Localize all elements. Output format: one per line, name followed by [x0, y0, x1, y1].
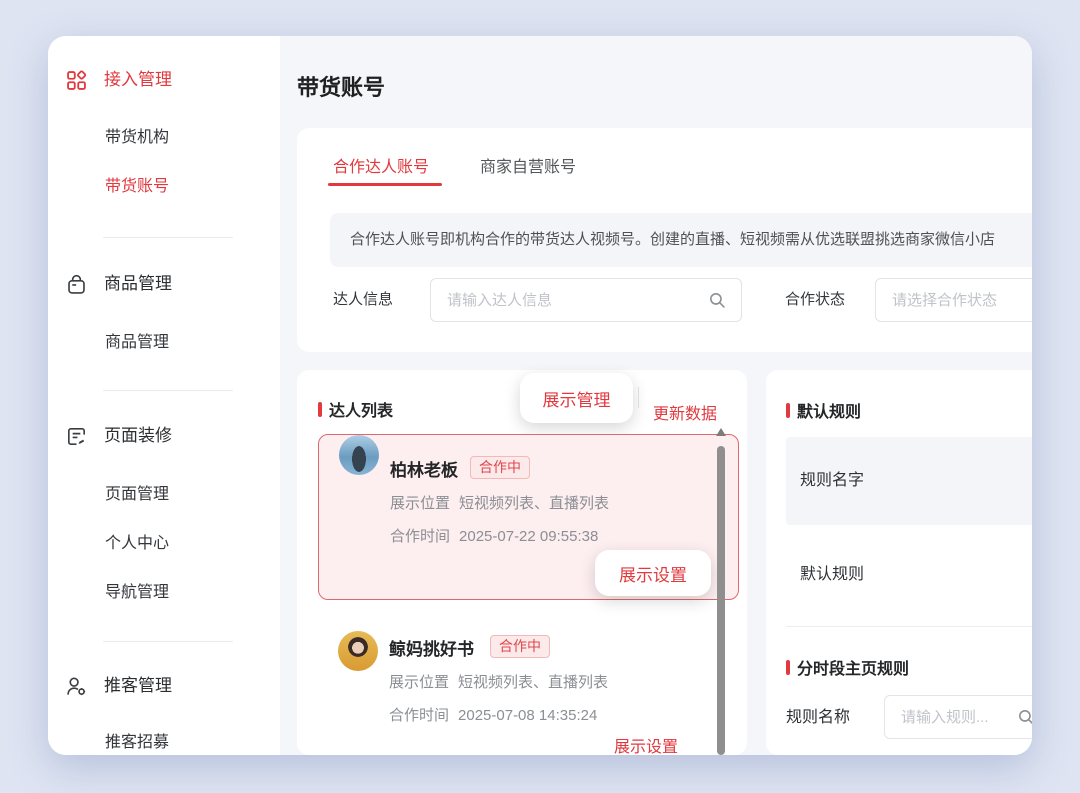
sidebar-item-page-manage[interactable]: 页面管理: [105, 481, 169, 509]
status-badge: 合作中: [470, 456, 530, 479]
page-edit-icon: [65, 425, 88, 448]
sidebar-item-nav-manage[interactable]: 导航管理: [105, 579, 169, 607]
talent-info-input-wrap: [430, 278, 742, 322]
active-tab-underline: [328, 183, 442, 186]
sidebar-group-promoter[interactable]: 推客管理: [65, 672, 172, 700]
coop-time-line: 合作时间2025-07-22 09:55:38: [390, 525, 598, 546]
display-position-line: 展示位置短视频列表、直播列表: [390, 492, 609, 513]
rule-name-input-wrap: [884, 695, 1032, 739]
sidebar-item-promoter-recruit[interactable]: 推客招募: [105, 729, 169, 755]
sidebar-item-personal-center[interactable]: 个人中心: [105, 530, 169, 558]
sidebar-group-label: 推客管理: [104, 672, 172, 700]
scroll-up-arrow-icon[interactable]: [716, 428, 726, 436]
talent-info-input[interactable]: [431, 279, 741, 321]
talent-name: 鲸妈挑好书: [389, 635, 474, 660]
button-divider: [638, 387, 639, 408]
status-badge: 合作中: [490, 635, 550, 658]
sidebar-divider: [103, 641, 233, 642]
talent-list-card: 达人列表 展示管理 更新数据 柏林老板 合作中 展示位置短视频列表、直播列表 合…: [297, 370, 747, 755]
talent-list-item[interactable]: 柏林老板 合作中 展示位置短视频列表、直播列表 合作时间2025-07-22 0…: [318, 434, 739, 600]
app-window: 接入管理 带货机构 带货账号 商品管理 商品管理: [48, 36, 1032, 755]
talent-list-title: 达人列表: [318, 397, 393, 421]
bag-icon: [65, 273, 88, 296]
promoter-icon: [65, 675, 88, 698]
grid-icon: [65, 69, 88, 92]
sidebar-group-goods[interactable]: 商品管理: [65, 270, 172, 298]
info-banner: 合作达人账号即机构合作的带货达人视频号。创建的直播、短视频需从优选联盟挑选商家微…: [330, 213, 1032, 267]
rule-table-row[interactable]: 默认规则: [800, 562, 864, 588]
timed-rules-title: 分时段主页规则: [786, 655, 909, 679]
talent-avatar: [339, 435, 379, 475]
sidebar-group-label: 页面装修: [104, 422, 172, 450]
sidebar-group-label: 商品管理: [104, 270, 172, 298]
section-marker-bar: [786, 403, 790, 418]
sidebar-item-sales-account[interactable]: 带货账号: [105, 173, 169, 201]
filters-card: 合作达人账号 商家自营账号 合作达人账号即机构合作的带货达人视频号。创建的直播、…: [297, 128, 1032, 352]
search-icon[interactable]: [707, 290, 727, 315]
vertical-scrollbar[interactable]: [716, 422, 726, 755]
coop-status-select[interactable]: [876, 279, 1032, 321]
tab-partner-talent-account[interactable]: 合作达人账号: [333, 153, 429, 177]
rules-divider: [786, 626, 1032, 627]
rule-name-input[interactable]: [885, 696, 1032, 738]
talent-name: 柏林老板: [390, 456, 458, 481]
sidebar-group-access[interactable]: 接入管理: [65, 66, 172, 94]
sidebar-group-page-decorate[interactable]: 页面装修: [65, 422, 172, 450]
talent-list-item[interactable]: 鲸妈挑好书 合作中 展示位置短视频列表、直播列表 合作时间2025-07-08 …: [318, 615, 739, 755]
coop-time-line: 合作时间2025-07-08 14:35:24: [389, 704, 597, 725]
coop-status-label: 合作状态: [785, 278, 845, 322]
scrollbar-thumb[interactable]: [717, 446, 725, 755]
talent-avatar: [338, 631, 378, 671]
display-settings-button[interactable]: 展示设置: [595, 550, 711, 596]
section-marker-bar: [786, 660, 790, 675]
display-manage-button[interactable]: 展示管理: [520, 373, 633, 423]
display-settings-link[interactable]: 展示设置: [614, 733, 678, 755]
refresh-data-button[interactable]: 更新数据: [653, 400, 717, 424]
rule-table-header: 规则名字: [786, 437, 1032, 525]
rules-card: 默认规则 规则名字 默认规则 分时段主页规则 规则名称: [766, 370, 1032, 755]
search-icon[interactable]: [1016, 707, 1032, 732]
sidebar-item-goods-manage[interactable]: 商品管理: [105, 329, 169, 357]
page-title: 带货账号: [297, 70, 385, 102]
talent-info-label: 达人信息: [333, 278, 393, 322]
tab-merchant-own-account[interactable]: 商家自营账号: [480, 153, 576, 177]
sidebar-divider: [103, 237, 233, 238]
sidebar-group-label: 接入管理: [104, 66, 172, 94]
rule-name-label: 规则名称: [786, 706, 850, 730]
sidebar-item-agency[interactable]: 带货机构: [105, 124, 169, 152]
sidebar-divider: [103, 390, 233, 391]
main-area: 带货账号 合作达人账号 商家自营账号 合作达人账号即机构合作的带货达人视频号。创…: [280, 36, 1032, 755]
default-rules-title: 默认规则: [786, 398, 861, 422]
section-marker-bar: [318, 402, 322, 417]
coop-status-select-wrap: [875, 278, 1032, 322]
display-position-line: 展示位置短视频列表、直播列表: [389, 671, 608, 692]
sidebar: 接入管理 带货机构 带货账号 商品管理 商品管理: [48, 36, 280, 755]
